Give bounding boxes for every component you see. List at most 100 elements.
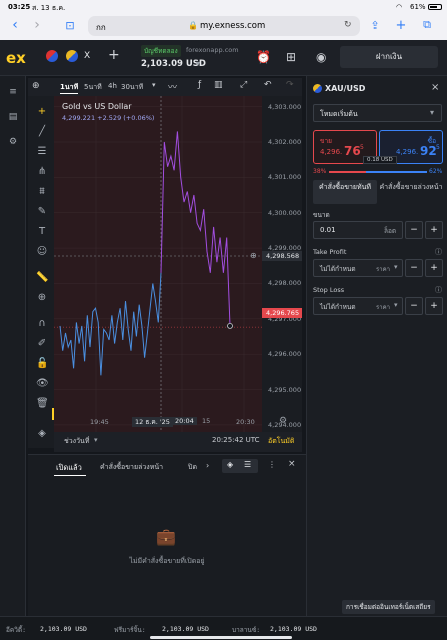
layers-icon[interactable]: ◈ [227,460,233,469]
chart-type-icon[interactable]: 〰 [168,80,177,93]
bid-price-tag: 4,298.568 [262,251,302,261]
reload-icon[interactable]: ↻ [344,20,352,30]
emoji-icon[interactable]: ☺ [36,246,48,258]
y-tick-label: 4,301.000 [268,173,302,182]
tab-open[interactable]: เปิดแล้ว [56,462,82,474]
redo-icon[interactable]: ↷ [286,80,294,90]
y-tick-label: 4,303.000 [268,102,302,111]
pending-order-tab[interactable]: คำสั่งซื้อขายล่วงหน้า [379,180,443,204]
eye-icon[interactable]: 👁 [36,378,49,390]
lock-icon[interactable]: 🔓 [36,358,48,370]
calendar-icon[interactable]: ▤ [7,111,19,123]
info-icon[interactable]: ⓘ [435,247,442,257]
app-header: ex X + บัญชีทดลอง forexonapp.com 2,103.0… [0,40,447,76]
stack-icon[interactable]: ☰ [244,460,251,469]
chart-settings-icon[interactable]: ⚙ [279,416,287,426]
tp-increase-button[interactable]: + [425,259,443,277]
timeframe-5m[interactable]: 5นาที [84,82,102,93]
tab-closed[interactable]: ปิด [188,462,197,473]
magnet-icon[interactable]: ∩ [36,318,48,330]
profile-icon[interactable]: ◉ [316,50,326,64]
sl-decrease-button[interactable]: − [405,297,423,315]
brush-icon[interactable]: ✎ [36,206,48,218]
volume-input[interactable]: 0.01 ล็อต [313,221,403,239]
volume-increase-button[interactable]: + [425,221,443,239]
timeframe-4h[interactable]: 4h [108,82,117,90]
tp-decrease-button[interactable]: − [405,259,423,277]
drawing-toolbar: + ╱ ☰ ⋔ ⩩ ✎ T ☺ 📏 ⊕ ∩ ✐ 🔓 👁 🗑 ◈ [28,96,56,448]
mode-select[interactable]: โหมดเริ่มต้น ▾ [313,104,442,122]
layout-icon[interactable]: ▥ [214,80,223,90]
auto-scale-button[interactable]: อัตโนมัติ [268,436,294,447]
tab-text: กก [96,23,106,32]
price-chart[interactable]: Gold vs US Dollar 4,299.221 +2.529 (+0.0… [54,96,302,452]
chart-footer: ช่วงวันที่ ▾ 20:25:42 UTC อัตโนมัติ [54,432,302,452]
stop-loss-input[interactable]: ไม่ได้กำหนด ราคา ▾ [313,297,403,315]
chevron-down-icon: ▾ [394,301,398,309]
close-icon[interactable]: × [431,82,439,93]
buy-price-sup: 5 [436,144,440,151]
close-icon[interactable]: × [288,459,296,469]
stop-loss-unit[interactable]: ราคา [376,302,390,312]
menu-icon[interactable]: ≡ [7,86,19,98]
address-bar[interactable]: กก 🔒 my.exness.com ↻ [88,16,360,36]
back-icon[interactable]: ‹ [8,17,22,33]
settings-icon[interactable]: ⚙ [7,136,19,148]
plus-circle-icon[interactable]: ⊕ [250,251,257,260]
date-range-button[interactable]: ช่วงวันที่ [64,436,89,447]
text-icon[interactable]: T [36,226,48,238]
forward-icon[interactable]: › [30,17,44,33]
market-order-tab[interactable]: คำสั่งซื้อขายทันที [313,180,377,204]
timeframe-30m[interactable]: 30นาที [121,82,143,93]
sl-increase-button[interactable]: + [425,297,443,315]
trash-icon[interactable]: 🗑 [36,398,49,410]
chevron-down-icon[interactable]: ▾ [152,81,156,89]
chevron-down-icon[interactable]: ▾ [94,436,98,444]
xauusd-flag-icon[interactable] [66,50,78,62]
sentiment-sell-fill [329,171,367,173]
fullscreen-icon[interactable]: ⤢ [240,80,247,90]
alarm-icon[interactable]: ⏰ [256,50,271,64]
deposit-button[interactable]: ฝากเงิน [340,46,438,68]
empty-positions-text: ไม่มีคำสั่งซื้อขายที่เปิดอยู่ [129,557,205,565]
spread-badge: 0.18 USD [363,156,397,164]
volume-decrease-button[interactable]: − [405,221,423,239]
book-icon[interactable]: ⊡ [62,18,78,32]
indicators-icon[interactable]: ƒ [198,80,201,90]
zoom-in-icon[interactable]: ⊕ [36,292,48,304]
trend-line-icon[interactable]: ╱ [36,126,48,138]
take-profit-input[interactable]: ไม่ได้กำหนด ราคา ▾ [313,259,403,277]
add-tab-icon[interactable]: + [108,47,120,63]
apps-grid-icon[interactable]: ⊞ [286,50,296,64]
share-icon[interactable]: ⇪ [368,18,382,32]
view-toggle[interactable]: ◈ ☰ [222,459,258,473]
undo-icon[interactable]: ↶ [264,80,272,90]
exness-logo[interactable]: ex [6,49,26,67]
chevron-right-icon[interactable]: › [206,461,209,470]
timeframe-1m[interactable]: 1นาที [60,82,79,94]
chevron-down-icon[interactable]: ▾ [196,59,200,68]
crosshair-icon[interactable]: + [36,106,48,118]
info-icon[interactable]: ⓘ [435,285,442,295]
fib-icon[interactable]: ⩩ [36,186,48,198]
stay-drawing-icon[interactable]: ✐ [36,338,48,350]
tabs-icon[interactable]: ⧉ [420,18,434,32]
buy-sentiment: 62% [429,168,443,175]
instrument-tab[interactable]: X [84,51,90,61]
take-profit-unit[interactable]: ราคา [376,264,390,274]
layers-icon[interactable]: ◈ [36,428,48,440]
briefcase-icon: 💼 [156,527,176,546]
mode-value: โหมดเริ่มต้น [320,110,358,118]
pitchfork-icon[interactable]: ⋔ [36,166,48,178]
tab-pending[interactable]: คำสั่งซื้อขายล่วงหน้า [100,462,163,473]
new-tab-icon[interactable]: + [394,18,408,33]
chart-canvas[interactable] [54,96,302,432]
account-type-badge[interactable]: บัญชีทดลอง [141,45,181,57]
chevron-down-icon: ▾ [430,108,435,117]
more-icon[interactable]: ⋮ [268,460,276,469]
horizontal-lines-icon[interactable]: ☰ [36,146,48,158]
utc-clock: 20:25:42 UTC [212,436,260,444]
add-indicator-icon[interactable]: ⊕ [32,81,40,91]
ruler-icon[interactable]: 📏 [36,272,48,284]
left-sidebar: ≡ ▤ ⚙ [0,76,26,616]
